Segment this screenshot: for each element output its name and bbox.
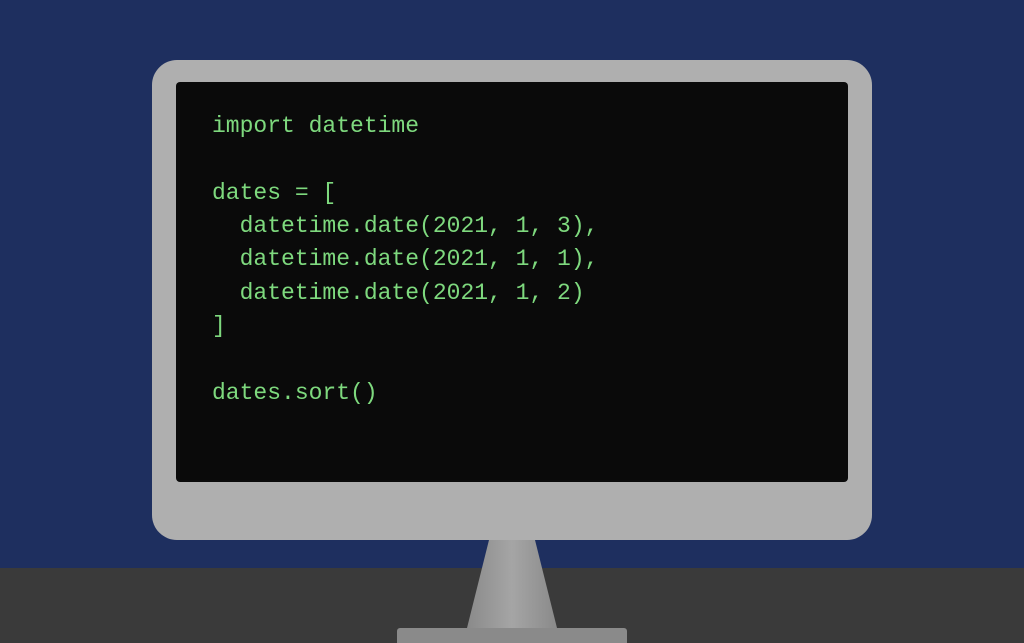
code-line: ] — [212, 313, 226, 339]
monitor-base — [397, 628, 627, 643]
code-line: dates = [ — [212, 180, 336, 206]
monitor-neck — [467, 538, 557, 628]
code-block: import datetime dates = [ datetime.date(… — [212, 110, 812, 410]
code-line: import datetime — [212, 113, 419, 139]
monitor-screen: import datetime dates = [ datetime.date(… — [176, 82, 848, 482]
code-line: datetime.date(2021, 1, 1), — [212, 246, 598, 272]
code-line: datetime.date(2021, 1, 2) — [212, 280, 585, 306]
code-line: datetime.date(2021, 1, 3), — [212, 213, 598, 239]
code-line: dates.sort() — [212, 380, 378, 406]
monitor-frame: import datetime dates = [ datetime.date(… — [152, 60, 872, 540]
